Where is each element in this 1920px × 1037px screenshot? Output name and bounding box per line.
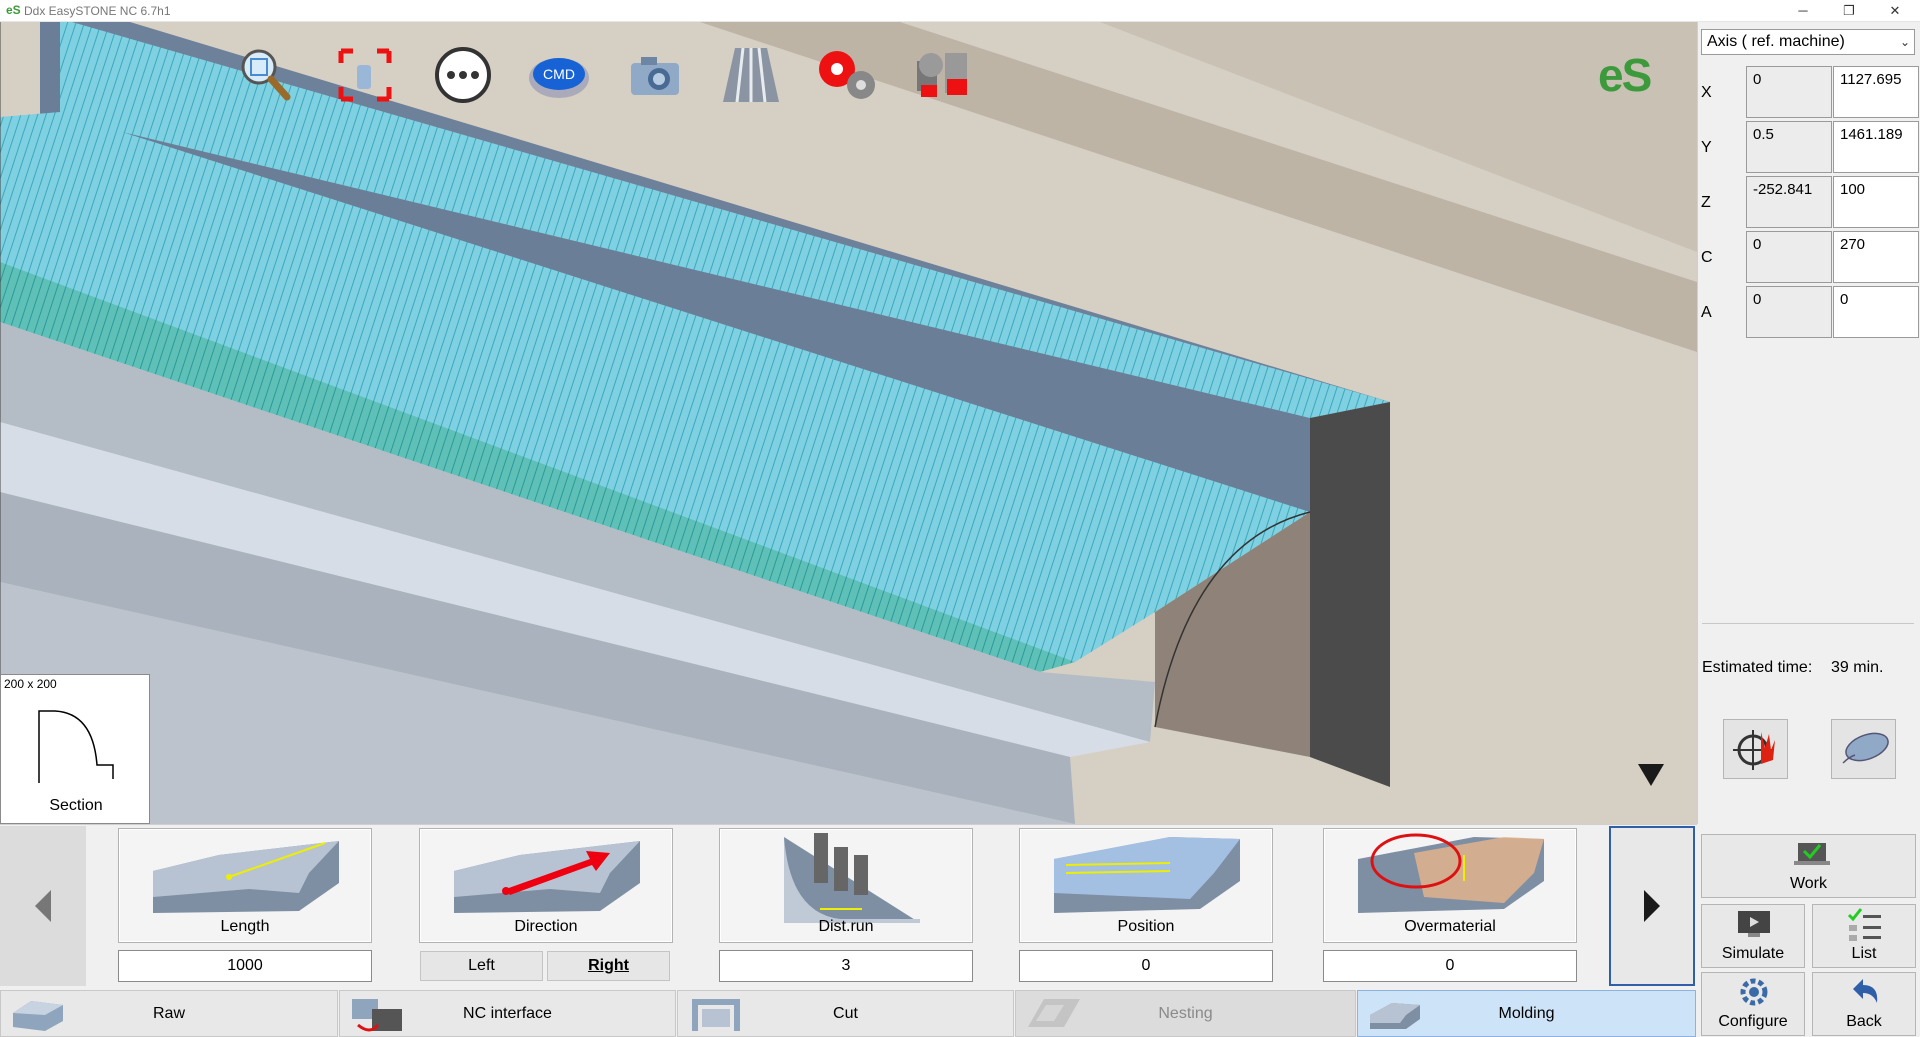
length-input[interactable]: 1000 bbox=[118, 950, 372, 982]
brand-logo: eS bbox=[1598, 49, 1652, 101]
direction-card[interactable]: Direction bbox=[419, 828, 673, 943]
mouse-icon bbox=[1841, 732, 1889, 764]
cmd-icon[interactable]: CMD bbox=[524, 40, 594, 110]
position-card[interactable]: Position bbox=[1019, 828, 1273, 943]
direction-illustration bbox=[454, 841, 640, 913]
axis-label-x: X bbox=[1701, 84, 1712, 101]
more-icon[interactable] bbox=[428, 40, 498, 110]
configure-label: Configure bbox=[1718, 1013, 1788, 1030]
tab-molding-label: Molding bbox=[1498, 1004, 1555, 1022]
axis-value-z[interactable]: 100 bbox=[1833, 176, 1919, 228]
tab-cut[interactable]: Cut bbox=[677, 990, 1014, 1037]
axis-label-y: Y bbox=[1701, 139, 1712, 156]
tab-nesting-label: Nesting bbox=[1158, 1004, 1213, 1022]
axis-label-c: C bbox=[1701, 249, 1713, 266]
molding-3d-render bbox=[0, 22, 1697, 824]
tab-nc-interface[interactable]: NC interface bbox=[339, 990, 676, 1037]
dist-run-input[interactable]: 3 bbox=[719, 950, 973, 982]
overmaterial-input[interactable]: 0 bbox=[1323, 950, 1577, 982]
work-button[interactable]: Work bbox=[1701, 834, 1916, 898]
position-input[interactable]: 0 bbox=[1019, 950, 1273, 982]
direction-left-button[interactable]: Left bbox=[420, 951, 543, 981]
simulate-label: Simulate bbox=[1721, 945, 1785, 962]
zoom-icon[interactable] bbox=[230, 40, 300, 110]
direction-label: Direction bbox=[514, 918, 578, 935]
tab-raw[interactable]: Raw bbox=[0, 990, 338, 1037]
chevron-down-icon: ⌄ bbox=[1899, 35, 1910, 49]
axis-offset-c[interactable]: 0 bbox=[1746, 231, 1832, 283]
estimated-time-label: Estimated time: bbox=[1702, 659, 1813, 676]
monitor-play-icon bbox=[1738, 911, 1770, 937]
restore-button[interactable]: ❐ bbox=[1826, 0, 1872, 22]
axis-value-x[interactable]: 1127.695 bbox=[1833, 66, 1919, 118]
axis-offset-y[interactable]: 0.5 bbox=[1746, 121, 1832, 173]
chevron-left-icon bbox=[35, 890, 51, 922]
fit-view-icon[interactable] bbox=[330, 40, 400, 110]
axis-reference-value: Axis ( ref. machine) bbox=[1707, 33, 1845, 50]
scroll-right-button[interactable] bbox=[1609, 826, 1695, 986]
back-label: Back bbox=[1846, 1013, 1882, 1030]
list-label: List bbox=[1851, 945, 1877, 962]
dist-run-card[interactable]: Dist.run bbox=[719, 828, 973, 943]
position-label: Position bbox=[1117, 918, 1175, 935]
length-card[interactable]: Length bbox=[118, 828, 372, 943]
axis-offset-z[interactable]: -252.841 bbox=[1746, 176, 1832, 228]
3d-viewport[interactable]: CMD eS bbox=[0, 22, 1697, 824]
back-arrow-icon bbox=[1853, 979, 1878, 1003]
cmd-label: CMD bbox=[543, 66, 575, 82]
tab-nesting[interactable]: Nesting bbox=[1015, 990, 1356, 1037]
app-logo-icon: eS bbox=[6, 3, 21, 17]
length-illustration bbox=[153, 841, 339, 913]
dist-run-label: Dist.run bbox=[818, 918, 874, 935]
axis-offset-x[interactable]: 0 bbox=[1746, 66, 1832, 118]
overmaterial-illustration bbox=[1358, 833, 1544, 913]
axis-label-a: A bbox=[1701, 304, 1712, 321]
hand-target-icon bbox=[1732, 730, 1775, 770]
work-label: Work bbox=[1789, 875, 1828, 892]
position-illustration bbox=[1054, 837, 1240, 913]
direction-right-button[interactable]: Right bbox=[547, 951, 670, 981]
tab-cut-label: Cut bbox=[833, 1004, 858, 1022]
tab-molding[interactable]: Molding bbox=[1357, 990, 1696, 1037]
toolpath-icon[interactable] bbox=[716, 40, 786, 110]
back-button[interactable]: Back bbox=[1812, 972, 1916, 1036]
section-label: Section bbox=[49, 797, 103, 814]
expand-down-icon[interactable] bbox=[1636, 760, 1666, 790]
overmaterial-card[interactable]: Overmaterial bbox=[1323, 828, 1577, 943]
axis-reference-select[interactable]: Axis ( ref. machine) ⌄ bbox=[1701, 29, 1915, 55]
simulate-button[interactable]: Simulate bbox=[1701, 904, 1805, 968]
length-label: Length bbox=[220, 918, 270, 935]
chevron-right-icon bbox=[1644, 890, 1660, 922]
axis-value-c[interactable]: 270 bbox=[1833, 231, 1919, 283]
window-title: Ddx EasySTONE NC 6.7h1 bbox=[24, 4, 171, 18]
estimated-time-value: 39 min. bbox=[1831, 659, 1884, 676]
axis-offset-a[interactable]: 0 bbox=[1746, 286, 1832, 338]
checklist-icon bbox=[1847, 908, 1881, 941]
axis-value-a[interactable]: 0 bbox=[1833, 286, 1919, 338]
close-button[interactable]: ✕ bbox=[1872, 0, 1918, 22]
scroll-left-button[interactable] bbox=[0, 826, 86, 986]
dist-run-illustration bbox=[784, 833, 920, 923]
tab-nc-interface-label: NC interface bbox=[463, 1004, 552, 1022]
overmaterial-label: Overmaterial bbox=[1404, 918, 1496, 935]
section-preview[interactable]: 200 x 200 Section bbox=[0, 674, 150, 824]
stop-probe-button[interactable] bbox=[1723, 719, 1788, 779]
section-profile-icon bbox=[38, 710, 114, 783]
title-bar: eS Ddx EasySTONE NC 6.7h1 ─ ❐ ✕ bbox=[0, 0, 1920, 22]
tool-settings-icon[interactable] bbox=[814, 40, 884, 110]
camera-icon[interactable] bbox=[620, 40, 690, 110]
tab-raw-label: Raw bbox=[152, 1004, 185, 1022]
list-button[interactable]: List bbox=[1812, 904, 1916, 968]
divider bbox=[1702, 623, 1914, 624]
laptop-check-icon bbox=[1794, 843, 1830, 865]
minimize-button[interactable]: ─ bbox=[1780, 0, 1826, 22]
configure-button[interactable]: Configure bbox=[1701, 972, 1805, 1036]
mouse-button[interactable] bbox=[1831, 719, 1896, 779]
machine-icon[interactable] bbox=[910, 40, 980, 110]
axis-value-y[interactable]: 1461.189 bbox=[1833, 121, 1919, 173]
section-dimensions: 200 x 200 bbox=[4, 677, 57, 691]
axis-label-z: Z bbox=[1701, 194, 1711, 211]
gear-icon bbox=[1740, 978, 1768, 1006]
